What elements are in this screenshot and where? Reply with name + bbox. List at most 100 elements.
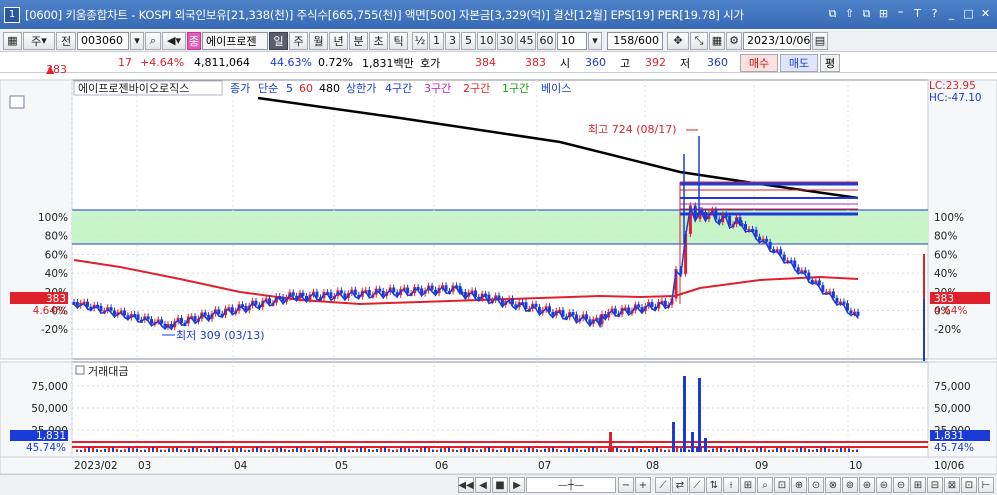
volume-bar: [360, 447, 362, 452]
tool-4-icon[interactable]: ⇅: [706, 477, 722, 493]
minimize-icon[interactable]: _: [944, 6, 959, 21]
zoom-icon[interactable]: ⤡: [690, 31, 708, 50]
volume-bar: [88, 447, 90, 452]
volume-bar: [696, 447, 698, 452]
interval-3[interactable]: 년: [329, 31, 348, 50]
link-icon[interactable]: ⧉: [825, 6, 840, 21]
interval-6[interactable]: 틱: [389, 31, 408, 50]
candle: [810, 279, 814, 283]
prev-icon[interactable]: ◀: [475, 477, 491, 493]
eval-button[interactable]: 평: [820, 54, 840, 72]
close-icon[interactable]: ✕: [978, 6, 993, 21]
custom-count-input[interactable]: 10: [557, 31, 587, 50]
volume-bar: [444, 447, 446, 452]
volume-bar-spike: [691, 432, 694, 452]
minute-2[interactable]: 5: [461, 31, 476, 50]
stock-chart[interactable]: 100%100%80%80%60%60%40%40%20%20%0%0%-20%…: [0, 74, 997, 475]
table-icon[interactable]: ▦: [709, 31, 725, 50]
tool-2-icon[interactable]: ⇄: [672, 477, 688, 493]
volume-bar: [256, 447, 258, 452]
volume-bar: [312, 449, 314, 452]
tool-17-icon[interactable]: ⊟: [927, 477, 943, 493]
minute-0[interactable]: 1: [429, 31, 444, 50]
interval-0[interactable]: 일: [269, 31, 288, 50]
range-total: /600: [634, 34, 659, 47]
interval-5[interactable]: 초: [369, 31, 388, 50]
menu-grid-icon[interactable]: ▦: [3, 31, 22, 50]
print-icon[interactable]: ⁼: [893, 6, 908, 21]
maximize-icon[interactable]: □: [961, 6, 976, 21]
font-icon[interactable]: T: [910, 6, 925, 21]
tool-7-icon[interactable]: ⌕: [757, 477, 773, 493]
rewind-icon[interactable]: ◀◀: [458, 477, 474, 493]
volume-bar: [260, 447, 262, 452]
grid-icon[interactable]: ⊞: [876, 6, 891, 21]
date-input[interactable]: 2023/10/06: [743, 31, 811, 50]
tool-11-icon[interactable]: ⊗: [825, 477, 841, 493]
fraction-button[interactable]: ½: [412, 31, 428, 50]
search-icon[interactable]: ⌕: [145, 31, 161, 50]
lc-label: LC:23.95: [929, 80, 976, 92]
tool-14-icon[interactable]: ⊜: [876, 477, 892, 493]
tool-18-icon[interactable]: ⊠: [944, 477, 960, 493]
range-value: 158: [613, 34, 635, 47]
tool-9-icon[interactable]: ⊕: [791, 477, 807, 493]
copy-icon[interactable]: ⧉: [859, 6, 874, 21]
code-dropdown-icon[interactable]: ▾: [130, 31, 144, 50]
pin-icon[interactable]: ⇧: [842, 6, 857, 21]
stock-badge[interactable]: 종: [187, 31, 201, 50]
volume-bar: [176, 447, 178, 452]
legend-item: 상한가: [346, 82, 376, 95]
volume-bar: [488, 447, 490, 452]
interval-2[interactable]: 월: [309, 31, 328, 50]
interval-1[interactable]: 주: [289, 31, 308, 50]
tool-3-icon[interactable]: ⟋: [689, 477, 705, 493]
minute-5[interactable]: 45: [517, 31, 536, 50]
crosshair-icon[interactable]: ✥: [667, 31, 689, 50]
zoom-in-icon[interactable]: +: [635, 477, 651, 493]
scroll-slider[interactable]: —┼—: [526, 477, 616, 493]
bid-label: 호가: [420, 56, 441, 70]
stop-icon[interactable]: ■: [492, 477, 508, 493]
range-field[interactable]: 158/600: [607, 31, 663, 50]
tool-15-icon[interactable]: ⊝: [893, 477, 909, 493]
volume-bar: [480, 449, 482, 452]
low-label: 저: [680, 56, 691, 70]
tool-6-icon[interactable]: ⊞: [740, 477, 756, 493]
tool-8-icon[interactable]: ⊡: [774, 477, 790, 493]
vol-tick-right: 50,000: [934, 403, 971, 415]
x-label-right: 10/06: [934, 460, 965, 472]
period-select[interactable]: 주 ▾: [23, 31, 55, 50]
tool-19-icon[interactable]: ⊡: [961, 477, 977, 493]
tool-13-icon[interactable]: ⊛: [859, 477, 875, 493]
count-dropdown-icon[interactable]: ▾: [588, 31, 602, 50]
buy-button[interactable]: 매수: [740, 54, 778, 72]
speaker-icon[interactable]: ◀▾: [162, 31, 186, 50]
minute-6[interactable]: 60: [537, 31, 556, 50]
tool-5-icon[interactable]: ⟊: [723, 477, 739, 493]
interval-4[interactable]: 분: [349, 31, 368, 50]
stock-code-input[interactable]: 003060: [77, 31, 129, 50]
minute-3[interactable]: 10: [477, 31, 496, 50]
prev-button[interactable]: 전: [56, 31, 76, 50]
calendar-icon[interactable]: ▤: [812, 31, 828, 50]
tool-1-icon[interactable]: ⟋: [655, 477, 671, 493]
zoom-out-icon[interactable]: −: [618, 477, 634, 493]
minute-4[interactable]: 30: [497, 31, 516, 50]
tool-16-icon[interactable]: ⊞: [910, 477, 926, 493]
tool-12-icon[interactable]: ⊚: [842, 477, 858, 493]
y-tick-right: 100%: [934, 212, 964, 224]
minute-1[interactable]: 3: [445, 31, 460, 50]
low-annotation: 최저 309 (03/13): [176, 329, 265, 342]
volume-bar: [436, 449, 438, 452]
tool-10-icon[interactable]: ⊙: [808, 477, 824, 493]
volume-bar: [676, 447, 678, 452]
candle: [112, 310, 116, 315]
volume-bar: [840, 447, 842, 452]
next-icon[interactable]: ▶: [509, 477, 525, 493]
tool-20-icon[interactable]: ⊢: [978, 477, 994, 493]
settings-icon[interactable]: ⚙: [726, 31, 742, 50]
sell-button[interactable]: 매도: [780, 54, 818, 72]
help-icon[interactable]: ?: [927, 6, 942, 21]
chart-area[interactable]: 100%100%80%80%60%60%40%40%20%20%0%0%-20%…: [0, 74, 997, 475]
